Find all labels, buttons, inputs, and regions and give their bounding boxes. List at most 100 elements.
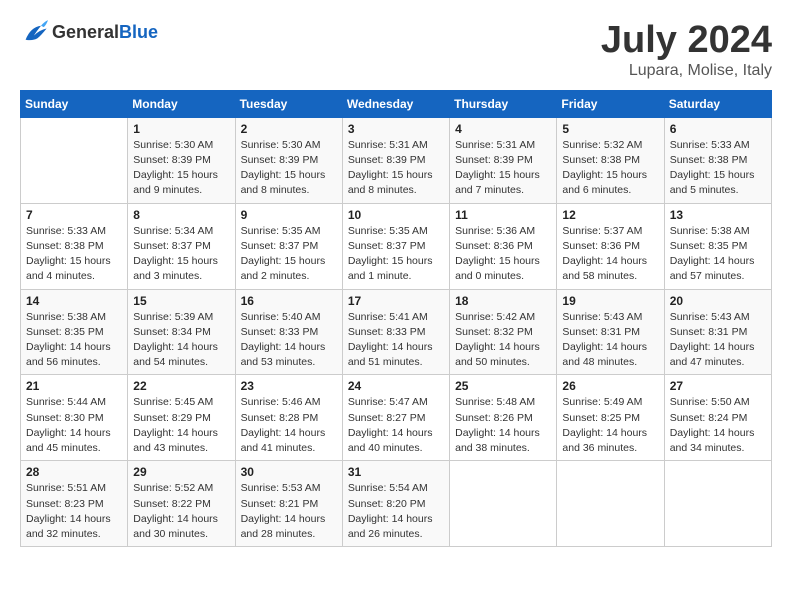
day-number: 1: [133, 122, 229, 136]
day-cell: 5Sunrise: 5:32 AM Sunset: 8:38 PM Daylig…: [557, 117, 664, 203]
logo-blue: Blue: [119, 22, 158, 42]
day-info: Sunrise: 5:46 AM Sunset: 8:28 PM Dayligh…: [241, 395, 337, 456]
day-cell: 16 Sunrise: 5:40 AM Sunset: 8:33 PM Dayli…: [235, 289, 342, 375]
day-number: 14: [26, 294, 122, 308]
day-info: Sunrise: 5:49 AM Sunset: 8:25 PM Dayligh…: [562, 395, 658, 456]
day-cell: 29Sunrise: 5:52 AM Sunset: 8:22 PM Dayli…: [128, 461, 235, 547]
day-number: 17: [348, 294, 444, 308]
day-cell: 17 Sunrise: 5:41 AM Sunset: 8:33 PM Dayli…: [342, 289, 449, 375]
day-info: Sunrise: 5:51 AM Sunset: 8:23 PM Dayligh…: [26, 481, 122, 542]
day-number: 26: [562, 379, 658, 393]
day-number: 24: [348, 379, 444, 393]
page-header: GeneralBlue July 2024 Lupara, Molise, It…: [20, 20, 772, 80]
day-info: Sunrise: 5:43 AM Sunset: 8:31 PM Dayligh…: [670, 310, 766, 371]
logo: GeneralBlue: [20, 20, 158, 44]
weekday-header-saturday: Saturday: [664, 90, 771, 117]
week-row-5: 28 Sunrise: 5:51 AM Sunset: 8:23 PM Dayli…: [21, 461, 772, 547]
weekday-header-tuesday: Tuesday: [235, 90, 342, 117]
day-cell: [557, 461, 664, 547]
day-number: 31: [348, 465, 444, 479]
week-row-3: 14Sunrise: 5:38 AM Sunset: 8:35 PM Dayli…: [21, 289, 772, 375]
day-number: 20: [670, 294, 766, 308]
day-cell: [450, 461, 557, 547]
day-number: 7: [26, 208, 122, 222]
weekday-header-sunday: Sunday: [21, 90, 128, 117]
day-cell: [21, 117, 128, 203]
day-number: 30: [241, 465, 337, 479]
day-info: Sunrise: 5:44 AM Sunset: 8:30 PM Dayligh…: [26, 395, 122, 456]
day-info: Sunrise: 5:35 AM Sunset: 8:37 PM Dayligh…: [348, 224, 444, 285]
week-row-1: 1 Sunrise: 5:30 AM Sunset: 8:39 PM Daylig…: [21, 117, 772, 203]
day-number: 11: [455, 208, 551, 222]
day-info: Sunrise: 5:50 AM Sunset: 8:24 PM Dayligh…: [670, 395, 766, 456]
weekday-header-monday: Monday: [128, 90, 235, 117]
day-cell: 27 Sunrise: 5:50 AM Sunset: 8:24 PM Dayli…: [664, 375, 771, 461]
day-info: Sunrise: 5:31 AM Sunset: 8:39 PM Dayligh…: [455, 138, 551, 199]
day-cell: 23 Sunrise: 5:46 AM Sunset: 8:28 PM Dayli…: [235, 375, 342, 461]
day-number: 19: [562, 294, 658, 308]
day-info: Sunrise: 5:54 AM Sunset: 8:20 PM Dayligh…: [348, 481, 444, 542]
day-number: 10: [348, 208, 444, 222]
title-block: July 2024 Lupara, Molise, Italy: [601, 20, 772, 80]
day-cell: 28 Sunrise: 5:51 AM Sunset: 8:23 PM Dayli…: [21, 461, 128, 547]
weekday-header-friday: Friday: [557, 90, 664, 117]
day-cell: 9Sunrise: 5:35 AM Sunset: 8:37 PM Daylig…: [235, 203, 342, 289]
week-row-4: 21 Sunrise: 5:44 AM Sunset: 8:30 PM Dayli…: [21, 375, 772, 461]
day-info: Sunrise: 5:40 AM Sunset: 8:33 PM Dayligh…: [241, 310, 337, 371]
day-number: 23: [241, 379, 337, 393]
day-cell: 30 Sunrise: 5:53 AM Sunset: 8:21 PM Dayli…: [235, 461, 342, 547]
day-info: Sunrise: 5:30 AM Sunset: 8:39 PM Dayligh…: [133, 138, 229, 199]
day-number: 4: [455, 122, 551, 136]
day-cell: 11Sunrise: 5:36 AM Sunset: 8:36 PM Dayli…: [450, 203, 557, 289]
day-cell: 8 Sunrise: 5:34 AM Sunset: 8:37 PM Daylig…: [128, 203, 235, 289]
day-number: 21: [26, 379, 122, 393]
weekday-header-thursday: Thursday: [450, 90, 557, 117]
day-info: Sunrise: 5:30 AM Sunset: 8:39 PM Dayligh…: [241, 138, 337, 199]
day-info: Sunrise: 5:47 AM Sunset: 8:27 PM Dayligh…: [348, 395, 444, 456]
day-cell: 6Sunrise: 5:33 AM Sunset: 8:38 PM Daylig…: [664, 117, 771, 203]
day-cell: 24 Sunrise: 5:47 AM Sunset: 8:27 PM Dayli…: [342, 375, 449, 461]
day-cell: [664, 461, 771, 547]
day-number: 16: [241, 294, 337, 308]
day-number: 5: [562, 122, 658, 136]
day-number: 27: [670, 379, 766, 393]
day-info: Sunrise: 5:35 AM Sunset: 8:37 PM Dayligh…: [241, 224, 337, 285]
day-cell: 26 Sunrise: 5:49 AM Sunset: 8:25 PM Dayli…: [557, 375, 664, 461]
day-info: Sunrise: 5:33 AM Sunset: 8:38 PM Dayligh…: [26, 224, 122, 285]
day-cell: 1 Sunrise: 5:30 AM Sunset: 8:39 PM Daylig…: [128, 117, 235, 203]
day-cell: 14Sunrise: 5:38 AM Sunset: 8:35 PM Dayli…: [21, 289, 128, 375]
day-info: Sunrise: 5:45 AM Sunset: 8:29 PM Dayligh…: [133, 395, 229, 456]
day-info: Sunrise: 5:31 AM Sunset: 8:39 PM Dayligh…: [348, 138, 444, 199]
day-cell: 22 Sunrise: 5:45 AM Sunset: 8:29 PM Dayli…: [128, 375, 235, 461]
day-cell: 25 Sunrise: 5:48 AM Sunset: 8:26 PM Dayli…: [450, 375, 557, 461]
day-info: Sunrise: 5:53 AM Sunset: 8:21 PM Dayligh…: [241, 481, 337, 542]
day-cell: 15Sunrise: 5:39 AM Sunset: 8:34 PM Dayli…: [128, 289, 235, 375]
day-cell: 31 Sunrise: 5:54 AM Sunset: 8:20 PM Dayli…: [342, 461, 449, 547]
day-number: 3: [348, 122, 444, 136]
day-cell: 10 Sunrise: 5:35 AM Sunset: 8:37 PM Dayli…: [342, 203, 449, 289]
weekday-header-row: SundayMondayTuesdayWednesdayThursdayFrid…: [21, 90, 772, 117]
day-info: Sunrise: 5:48 AM Sunset: 8:26 PM Dayligh…: [455, 395, 551, 456]
day-number: 18: [455, 294, 551, 308]
calendar-table: SundayMondayTuesdayWednesdayThursdayFrid…: [20, 90, 772, 547]
day-number: 22: [133, 379, 229, 393]
day-cell: 20 Sunrise: 5:43 AM Sunset: 8:31 PM Dayli…: [664, 289, 771, 375]
day-cell: 4 Sunrise: 5:31 AM Sunset: 8:39 PM Daylig…: [450, 117, 557, 203]
logo-text: GeneralBlue: [52, 22, 158, 43]
day-number: 8: [133, 208, 229, 222]
day-number: 13: [670, 208, 766, 222]
weekday-header-wednesday: Wednesday: [342, 90, 449, 117]
day-number: 28: [26, 465, 122, 479]
day-info: Sunrise: 5:43 AM Sunset: 8:31 PM Dayligh…: [562, 310, 658, 371]
day-info: Sunrise: 5:41 AM Sunset: 8:33 PM Dayligh…: [348, 310, 444, 371]
day-number: 25: [455, 379, 551, 393]
day-number: 2: [241, 122, 337, 136]
day-number: 12: [562, 208, 658, 222]
day-info: Sunrise: 5:34 AM Sunset: 8:37 PM Dayligh…: [133, 224, 229, 285]
week-row-2: 7 Sunrise: 5:33 AM Sunset: 8:38 PM Daylig…: [21, 203, 772, 289]
day-info: Sunrise: 5:39 AM Sunset: 8:34 PM Dayligh…: [133, 310, 229, 371]
location-title: Lupara, Molise, Italy: [601, 62, 772, 80]
day-cell: 18Sunrise: 5:42 AM Sunset: 8:32 PM Dayli…: [450, 289, 557, 375]
month-title: July 2024: [601, 20, 772, 62]
day-cell: 13Sunrise: 5:38 AM Sunset: 8:35 PM Dayli…: [664, 203, 771, 289]
